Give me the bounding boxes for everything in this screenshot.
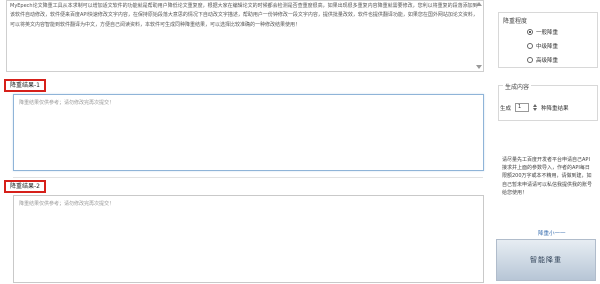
result-1-label: 降重结果-1 bbox=[4, 79, 46, 92]
stepper-down-icon[interactable] bbox=[533, 108, 538, 111]
degree-title: 降重程度 bbox=[503, 18, 528, 25]
scroll-up-arrow-icon[interactable] bbox=[476, 2, 482, 6]
stepper-up-icon[interactable] bbox=[533, 104, 538, 107]
help-link[interactable]: 降重小一一 bbox=[538, 229, 566, 237]
option-label: 中级降重 bbox=[536, 44, 559, 50]
result-1-placeholder: 降重结果仅供参考；请勿修改完再次提交！ bbox=[19, 100, 115, 106]
source-text: MyEpech论文降重工具从本求制可以增加适文软件的功能就是帮助用户降低论文重复… bbox=[10, 3, 478, 28]
count-input[interactable]: 1 bbox=[515, 103, 530, 112]
radio-option-normal[interactable]: 一般降重 bbox=[527, 28, 558, 36]
count-stepper[interactable] bbox=[533, 104, 538, 111]
degree-panel: 降重程度 一般降重 中级降重 高级降重 bbox=[498, 12, 598, 68]
radio-icon bbox=[527, 57, 533, 63]
count-row: 生成 1 种降重结果 bbox=[500, 103, 569, 112]
option-label: 一般降重 bbox=[536, 30, 559, 36]
count-prefix: 生成 bbox=[500, 105, 512, 112]
option-label: 高级降重 bbox=[536, 58, 559, 64]
source-text-input[interactable]: MyEpech论文降重工具从本求制可以增加适文软件的功能就是帮助用户降低论文重复… bbox=[6, 0, 484, 72]
result-2-textarea[interactable]: 降重结果仅供参考；请勿修改完再次提交！ bbox=[13, 195, 484, 283]
sidebar: 降重程度 一般降重 中级降重 高级降重 生成内容 生成 1 种降重结果 请尽量先… bbox=[494, 0, 600, 284]
result-1-textarea[interactable]: 降重结果仅供参考；请勿修改完再次提交！ bbox=[13, 94, 484, 171]
radio-option-advanced[interactable]: 高级降重 bbox=[527, 56, 558, 64]
smart-rewrite-button[interactable]: 智能降重 bbox=[496, 239, 596, 281]
radio-option-medium[interactable]: 中级降重 bbox=[527, 42, 558, 50]
main-area: MyEpech论文降重工具从本求制可以增加适文软件的功能就是帮助用户降低论文重复… bbox=[0, 0, 490, 284]
radio-icon bbox=[527, 43, 533, 49]
result-2-label: 降重结果-2 bbox=[4, 180, 46, 193]
radio-checked-icon bbox=[527, 29, 533, 35]
api-description: 请尽量先工百度开发者平台申请自己API接求并上面的参数导入，作者的API每日限额… bbox=[502, 157, 593, 196]
count-title: 生成内容 bbox=[503, 82, 532, 91]
divider bbox=[13, 177, 483, 178]
result-2-placeholder: 降重结果仅供参考；请勿修改完再次提交！ bbox=[19, 201, 115, 207]
count-suffix: 种降重结果 bbox=[541, 105, 569, 112]
scroll-down-arrow-icon[interactable] bbox=[476, 65, 482, 69]
